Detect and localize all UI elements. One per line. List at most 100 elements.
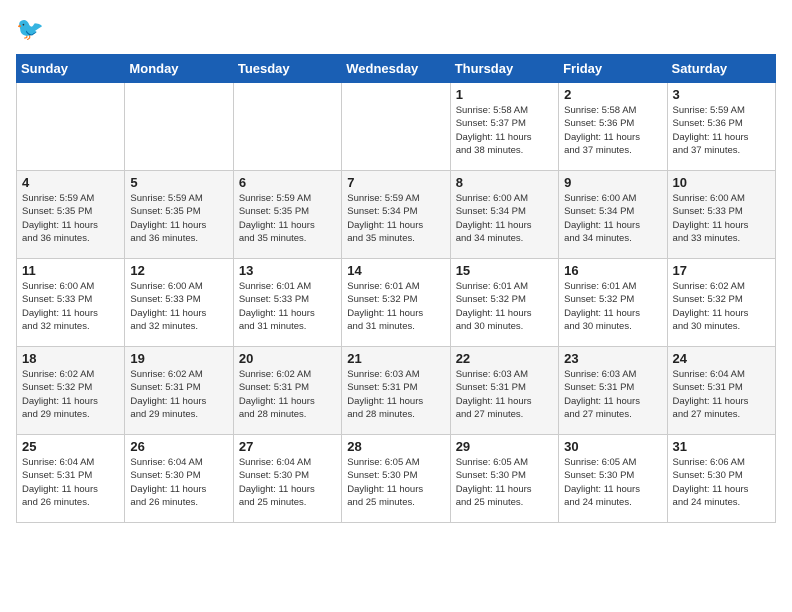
calendar-cell: 25 Sunrise: 6:04 AMSunset: 5:31 PMDayligh…	[17, 435, 125, 523]
day-info: Sunrise: 6:01 AMSunset: 5:32 PMDaylight:…	[456, 280, 553, 333]
calendar-cell: 14 Sunrise: 6:01 AMSunset: 5:32 PMDayligh…	[342, 259, 450, 347]
day-info: Sunrise: 6:00 AMSunset: 5:34 PMDaylight:…	[456, 192, 553, 245]
calendar-cell: 30 Sunrise: 6:05 AMSunset: 5:30 PMDayligh…	[559, 435, 667, 523]
calendar-cell: 2 Sunrise: 5:58 AMSunset: 5:36 PMDaylight…	[559, 83, 667, 171]
day-number: 2	[564, 87, 661, 102]
day-number: 28	[347, 439, 444, 454]
calendar-cell: 8 Sunrise: 6:00 AMSunset: 5:34 PMDaylight…	[450, 171, 558, 259]
day-info: Sunrise: 6:01 AMSunset: 5:32 PMDaylight:…	[564, 280, 661, 333]
day-info: Sunrise: 5:59 AMSunset: 5:35 PMDaylight:…	[22, 192, 119, 245]
calendar-cell: 10 Sunrise: 6:00 AMSunset: 5:33 PMDayligh…	[667, 171, 775, 259]
logo: 🐦	[16, 16, 46, 44]
day-number: 3	[673, 87, 770, 102]
day-info: Sunrise: 6:02 AMSunset: 5:32 PMDaylight:…	[22, 368, 119, 421]
day-info: Sunrise: 6:00 AMSunset: 5:33 PMDaylight:…	[22, 280, 119, 333]
day-info: Sunrise: 5:59 AMSunset: 5:35 PMDaylight:…	[239, 192, 336, 245]
weekday-header-monday: Monday	[125, 55, 233, 83]
calendar-cell: 18 Sunrise: 6:02 AMSunset: 5:32 PMDayligh…	[17, 347, 125, 435]
calendar-cell	[17, 83, 125, 171]
day-info: Sunrise: 6:01 AMSunset: 5:33 PMDaylight:…	[239, 280, 336, 333]
calendar-cell: 3Sunrise: 5:59 AMSunset: 5:36 PMDaylight…	[667, 83, 775, 171]
weekday-header-thursday: Thursday	[450, 55, 558, 83]
day-number: 31	[673, 439, 770, 454]
calendar-cell: 21 Sunrise: 6:03 AMSunset: 5:31 PMDayligh…	[342, 347, 450, 435]
weekday-header-saturday: Saturday	[667, 55, 775, 83]
day-number: 26	[130, 439, 227, 454]
svg-text:🐦: 🐦	[16, 17, 44, 42]
calendar-cell: 26 Sunrise: 6:04 AMSunset: 5:30 PMDayligh…	[125, 435, 233, 523]
day-info: Sunrise: 6:04 AMSunset: 5:30 PMDaylight:…	[239, 456, 336, 509]
calendar-cell	[342, 83, 450, 171]
calendar-cell: 22Sunrise: 6:03 AMSunset: 5:31 PMDayligh…	[450, 347, 558, 435]
day-number: 18	[22, 351, 119, 366]
day-info: Sunrise: 6:04 AMSunset: 5:31 PMDaylight:…	[22, 456, 119, 509]
day-number: 12	[130, 263, 227, 278]
calendar-cell: 5 Sunrise: 5:59 AMSunset: 5:35 PMDaylight…	[125, 171, 233, 259]
day-info: Sunrise: 6:03 AMSunset: 5:31 PMDaylight:…	[564, 368, 661, 421]
weekday-header-tuesday: Tuesday	[233, 55, 341, 83]
day-number: 14	[347, 263, 444, 278]
calendar-cell: 27 Sunrise: 6:04 AMSunset: 5:30 PMDayligh…	[233, 435, 341, 523]
calendar-cell: 23Sunrise: 6:03 AMSunset: 5:31 PMDayligh…	[559, 347, 667, 435]
day-number: 17	[673, 263, 770, 278]
day-info: Sunrise: 6:02 AMSunset: 5:32 PMDaylight:…	[673, 280, 770, 333]
day-info: Sunrise: 6:05 AMSunset: 5:30 PMDaylight:…	[347, 456, 444, 509]
day-info: Sunrise: 6:01 AMSunset: 5:32 PMDaylight:…	[347, 280, 444, 333]
day-number: 1	[456, 87, 553, 102]
day-number: 4	[22, 175, 119, 190]
day-number: 22	[456, 351, 553, 366]
day-info: Sunrise: 5:59 AMSunset: 5:35 PMDaylight:…	[130, 192, 227, 245]
day-number: 5	[130, 175, 227, 190]
day-number: 6	[239, 175, 336, 190]
calendar-cell: 12 Sunrise: 6:00 AMSunset: 5:33 PMDayligh…	[125, 259, 233, 347]
calendar-cell: 17 Sunrise: 6:02 AMSunset: 5:32 PMDayligh…	[667, 259, 775, 347]
weekday-header-sunday: Sunday	[17, 55, 125, 83]
day-info: Sunrise: 6:04 AMSunset: 5:30 PMDaylight:…	[130, 456, 227, 509]
calendar-cell: 13 Sunrise: 6:01 AMSunset: 5:33 PMDayligh…	[233, 259, 341, 347]
day-info: Sunrise: 6:02 AMSunset: 5:31 PMDaylight:…	[130, 368, 227, 421]
day-number: 9	[564, 175, 661, 190]
day-number: 30	[564, 439, 661, 454]
calendar-cell: 15Sunrise: 6:01 AMSunset: 5:32 PMDayligh…	[450, 259, 558, 347]
day-info: Sunrise: 5:58 AMSunset: 5:36 PMDaylight:…	[564, 104, 661, 157]
day-info: Sunrise: 6:00 AMSunset: 5:33 PMDaylight:…	[673, 192, 770, 245]
day-info: Sunrise: 6:05 AMSunset: 5:30 PMDaylight:…	[564, 456, 661, 509]
calendar-cell	[233, 83, 341, 171]
calendar-cell: 24 Sunrise: 6:04 AMSunset: 5:31 PMDayligh…	[667, 347, 775, 435]
calendar-cell: 20 Sunrise: 6:02 AMSunset: 5:31 PMDayligh…	[233, 347, 341, 435]
calendar-cell: 6 Sunrise: 5:59 AMSunset: 5:35 PMDaylight…	[233, 171, 341, 259]
day-number: 24	[673, 351, 770, 366]
day-info: Sunrise: 6:06 AMSunset: 5:30 PMDaylight:…	[673, 456, 770, 509]
calendar-table: SundayMondayTuesdayWednesdayThursdayFrid…	[16, 54, 776, 523]
calendar-cell: 16 Sunrise: 6:01 AMSunset: 5:32 PMDayligh…	[559, 259, 667, 347]
day-number: 25	[22, 439, 119, 454]
day-number: 13	[239, 263, 336, 278]
day-info: Sunrise: 6:02 AMSunset: 5:31 PMDaylight:…	[239, 368, 336, 421]
day-number: 29	[456, 439, 553, 454]
day-info: Sunrise: 5:58 AMSunset: 5:37 PMDaylight:…	[456, 104, 553, 157]
calendar-cell: 31 Sunrise: 6:06 AMSunset: 5:30 PMDayligh…	[667, 435, 775, 523]
calendar-cell: 4 Sunrise: 5:59 AMSunset: 5:35 PMDaylight…	[17, 171, 125, 259]
day-info: Sunrise: 6:04 AMSunset: 5:31 PMDaylight:…	[673, 368, 770, 421]
day-number: 19	[130, 351, 227, 366]
day-number: 27	[239, 439, 336, 454]
day-number: 21	[347, 351, 444, 366]
day-info: Sunrise: 6:00 AMSunset: 5:34 PMDaylight:…	[564, 192, 661, 245]
calendar-cell: 28 Sunrise: 6:05 AMSunset: 5:30 PMDayligh…	[342, 435, 450, 523]
day-info: Sunrise: 6:03 AMSunset: 5:31 PMDaylight:…	[347, 368, 444, 421]
page-header: 🐦	[16, 16, 776, 44]
day-info: Sunrise: 6:00 AMSunset: 5:33 PMDaylight:…	[130, 280, 227, 333]
calendar-cell	[125, 83, 233, 171]
day-number: 8	[456, 175, 553, 190]
day-number: 16	[564, 263, 661, 278]
calendar-cell: 19 Sunrise: 6:02 AMSunset: 5:31 PMDayligh…	[125, 347, 233, 435]
calendar-cell: 1 Sunrise: 5:58 AMSunset: 5:37 PMDaylight…	[450, 83, 558, 171]
weekday-header-friday: Friday	[559, 55, 667, 83]
weekday-header-wednesday: Wednesday	[342, 55, 450, 83]
calendar-cell: 11Sunrise: 6:00 AMSunset: 5:33 PMDayligh…	[17, 259, 125, 347]
logo-icon: 🐦	[16, 16, 44, 44]
calendar-cell: 29Sunrise: 6:05 AMSunset: 5:30 PMDayligh…	[450, 435, 558, 523]
day-number: 20	[239, 351, 336, 366]
day-number: 10	[673, 175, 770, 190]
calendar-cell: 7Sunrise: 5:59 AMSunset: 5:34 PMDaylight…	[342, 171, 450, 259]
